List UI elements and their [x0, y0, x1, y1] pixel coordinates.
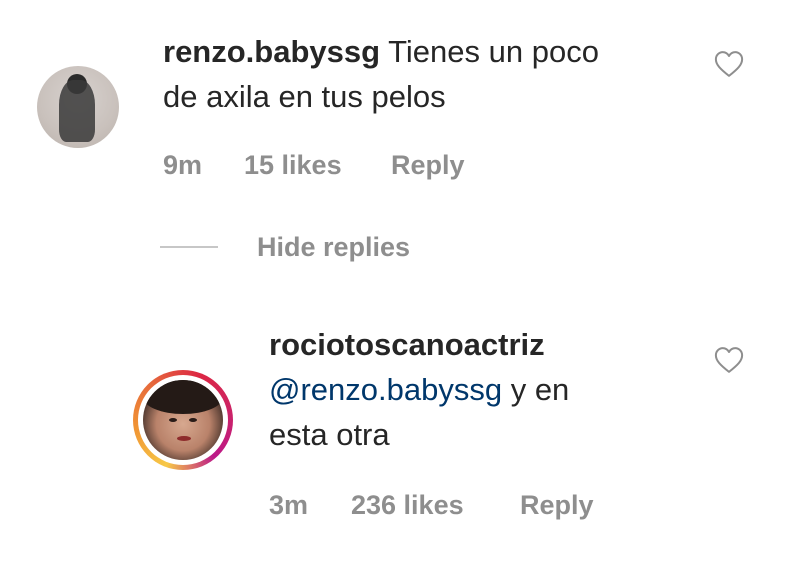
heart-outline-icon[interactable]	[714, 346, 744, 374]
comment-username[interactable]: renzo.babyssg	[163, 34, 380, 69]
reply-mention-link[interactable]: @renzo.babyssg	[269, 372, 502, 407]
reply-body: rociotoscanoactriz @renzo.babyssg y en e…	[269, 322, 569, 457]
commenter-avatar[interactable]	[37, 66, 119, 148]
heart-outline-icon[interactable]	[714, 50, 744, 78]
comment-line-1: renzo.babyssg Tienes un poco	[163, 29, 599, 74]
comment-time: 9m	[163, 150, 203, 180]
reply-text-after-mention: y en	[502, 372, 570, 407]
comment-text-line2: de axila en tus pelos	[163, 79, 446, 114]
avatar-hair-shape	[143, 380, 223, 414]
comment-reply-button[interactable]: Reply	[391, 150, 465, 181]
reply-line-2: @renzo.babyssg y en	[269, 367, 569, 412]
reply-likes[interactable]: 236 likes	[351, 490, 464, 521]
reply-time: 3m	[269, 490, 309, 520]
reply-reply-button[interactable]: Reply	[520, 490, 594, 521]
reply-avatar-story-ring[interactable]	[133, 370, 233, 470]
reply-avatar	[143, 380, 223, 460]
reply-text-line2: esta otra	[269, 417, 390, 452]
replies-divider	[160, 246, 218, 248]
reply-username[interactable]: rociotoscanoactriz	[269, 322, 569, 367]
comment-likes[interactable]: 15 likes	[244, 150, 342, 181]
comment-text-line1: Tienes un poco	[388, 34, 599, 69]
comment-body: renzo.babyssg Tienes un poco de axila en…	[163, 29, 599, 119]
comments-thread: renzo.babyssg Tienes un poco de axila en…	[0, 0, 800, 566]
avatar-figure-shape	[59, 80, 95, 142]
hide-replies-button[interactable]: Hide replies	[257, 232, 410, 263]
